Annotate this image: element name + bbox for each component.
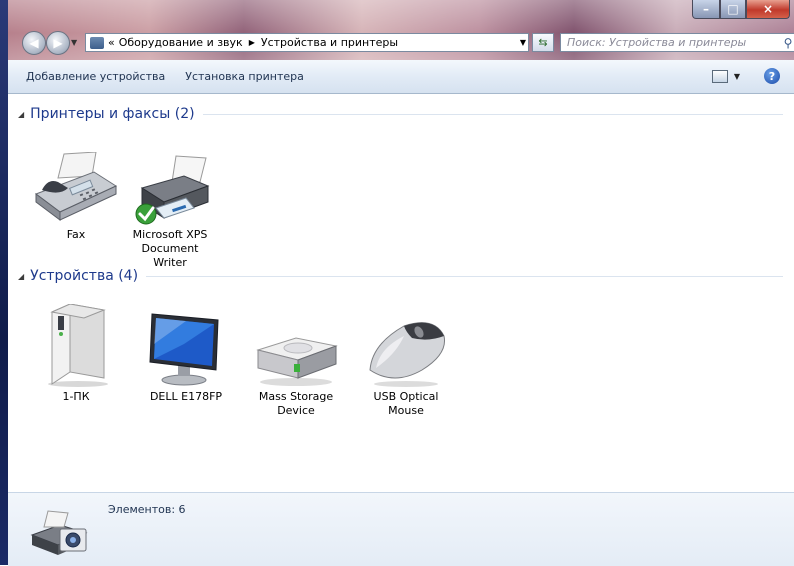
control-panel-icon (90, 36, 104, 49)
window-controls: – □ × (692, 0, 790, 19)
group-title-devices: Устройства (4) (30, 268, 139, 284)
collapse-arrow-icon[interactable]: ◢ (18, 110, 24, 119)
address-dropdown-icon[interactable]: ▼ (520, 38, 526, 47)
printer-icon (135, 155, 210, 225)
refresh-icon: ⇆ (538, 36, 548, 49)
hard-drive-icon (256, 337, 338, 386)
monitor-icon (149, 313, 219, 386)
details-pane: Элементов: 6 (8, 492, 794, 566)
device-label: Mass Storage Device (258, 390, 334, 417)
close-button[interactable]: × (746, 0, 790, 19)
view-options-dropdown[interactable]: ▼ (734, 72, 740, 81)
forward-button[interactable]: ▶ (46, 31, 70, 55)
address-bar[interactable]: « Оборудование и звук ▶ Устройства и при… (85, 33, 529, 52)
fax-icon (34, 152, 118, 221)
add-device-button[interactable]: Добавление устройства (8, 70, 175, 83)
group-title-printers: Принтеры и факсы (2) (30, 106, 195, 122)
device-xps-writer[interactable]: Microsoft XPS Document Writer (128, 152, 212, 270)
desktop-edge (0, 0, 8, 565)
window-title-bar[interactable]: – □ × ◀ ▶ ▼ « Оборудование и звук ▶ Устр… (8, 0, 794, 60)
change-view-icon[interactable] (711, 69, 728, 83)
refresh-button[interactable]: ⇆ (532, 33, 554, 52)
device-fax[interactable]: Fax (34, 152, 118, 242)
mouse-icon (369, 322, 446, 387)
device-monitor[interactable]: DELL E178FP (144, 310, 228, 404)
devices-printers-icon (30, 510, 88, 555)
device-label: USB Optical Mouse (373, 390, 439, 417)
computer-tower-icon (48, 304, 108, 387)
device-mass-storage[interactable]: Mass Storage Device (254, 324, 338, 418)
install-printer-button[interactable]: Установка принтера (175, 70, 314, 83)
device-list: ◢ Принтеры и факсы (2) Fax Microsoft XPS… (8, 94, 794, 492)
search-icon[interactable]: ⚲ (781, 36, 794, 50)
back-button[interactable]: ◀ (22, 31, 46, 55)
breadcrumb-hardware-sound[interactable]: Оборудование и звук (119, 36, 243, 49)
breadcrumb-devices-printers[interactable]: Устройства и принтеры (261, 36, 398, 49)
breadcrumb-separator-icon[interactable]: ▶ (249, 38, 255, 47)
address-overflow[interactable]: « (108, 36, 115, 49)
minimize-button[interactable]: – (692, 0, 720, 19)
group-header-devices[interactable]: ◢ Устройства (4) (18, 268, 783, 284)
device-label: Fax (66, 228, 86, 241)
device-label: DELL E178FP (149, 390, 223, 403)
forward-arrow-icon: ▶ (53, 36, 63, 50)
help-icon[interactable]: ? (764, 68, 780, 84)
search-box[interactable]: Поиск: Устройства и принтеры ⚲ (560, 33, 794, 52)
device-label: Microsoft XPS Document Writer (132, 228, 208, 269)
device-label: 1-ПК (62, 390, 90, 403)
search-input[interactable]: Поиск: Устройства и принтеры (561, 36, 781, 49)
item-count: Элементов: 6 (108, 503, 186, 516)
back-arrow-icon: ◀ (29, 36, 39, 50)
device-mouse[interactable]: USB Optical Mouse (364, 314, 448, 418)
maximize-button[interactable]: □ (720, 0, 746, 19)
device-computer[interactable]: 1-ПК (34, 304, 118, 404)
collapse-arrow-icon[interactable]: ◢ (18, 272, 24, 281)
group-header-printers[interactable]: ◢ Принтеры и факсы (2) (18, 106, 783, 122)
command-bar: Добавление устройства Установка принтера… (8, 60, 794, 94)
recent-pages-dropdown[interactable]: ▼ (71, 38, 77, 47)
